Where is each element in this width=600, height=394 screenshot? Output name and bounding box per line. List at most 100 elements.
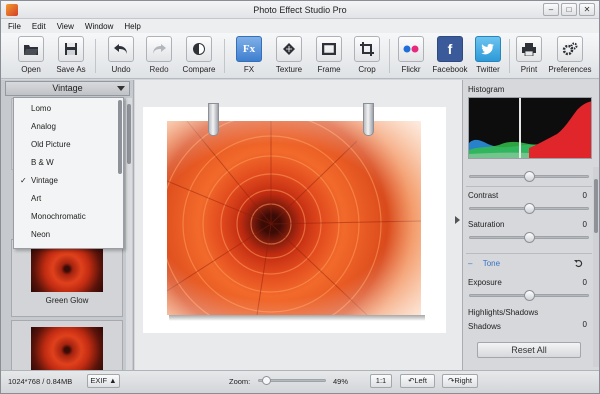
zoom-slider-knob[interactable] xyxy=(262,376,271,385)
texture-button[interactable]: Texture xyxy=(267,36,311,74)
menu-help[interactable]: Help xyxy=(124,22,140,31)
tone-section-label: Tone xyxy=(482,259,501,268)
zoom-value: 49% xyxy=(333,377,349,386)
compare-button[interactable]: Compare xyxy=(177,36,221,74)
exposure-label: Exposure xyxy=(468,278,502,287)
maximize-button[interactable]: □ xyxy=(561,3,577,16)
dropdown-option-neon[interactable]: Neon xyxy=(14,226,123,244)
dropdown-option-analog[interactable]: Analog xyxy=(14,118,123,136)
tone-section-toggle[interactable]: – Tone xyxy=(468,259,500,268)
crop-button[interactable]: Crop xyxy=(345,36,389,74)
dropdown-option-old-picture[interactable]: Old Picture xyxy=(14,136,123,154)
facebook-icon: f xyxy=(437,36,463,62)
effect-category-value: Vintage xyxy=(52,83,83,93)
top-slider-knob[interactable] xyxy=(524,171,535,182)
dropdown-option-art[interactable]: Art xyxy=(14,190,123,208)
printer-icon xyxy=(516,36,542,62)
exposure-slider[interactable] xyxy=(469,290,589,301)
frame-icon xyxy=(316,36,342,62)
fx-icon: Fx xyxy=(236,36,262,62)
contrast-label: Contrast xyxy=(468,191,499,200)
texture-label: Texture xyxy=(275,65,303,74)
image-info: 1024*768 / 0.84MB xyxy=(8,377,73,386)
divider xyxy=(466,186,592,187)
preset-thumbnail[interactable] xyxy=(11,320,123,370)
toolbar-separator xyxy=(95,39,96,73)
fx-icon-text: Fx xyxy=(242,43,256,55)
vignette-overlay xyxy=(167,121,421,315)
gears-icon xyxy=(557,36,583,62)
floppy-disk-icon xyxy=(58,36,84,62)
saturation-slider-knob[interactable] xyxy=(524,232,535,243)
photo-frame xyxy=(143,107,446,333)
scrollbar-thumb[interactable] xyxy=(127,104,131,164)
reset-tone-icon[interactable] xyxy=(574,259,583,270)
menu-window[interactable]: Window xyxy=(85,22,113,31)
preset-preview-image xyxy=(31,246,103,292)
dropdown-option-lomo[interactable]: Lomo xyxy=(14,100,123,118)
reset-all-button[interactable]: Reset All xyxy=(477,342,581,358)
compare-label: Compare xyxy=(182,65,216,74)
dropdown-option-vintage[interactable]: ✓ Vintage xyxy=(14,172,123,190)
toolbar: Open Save As Undo Redo Compare Fx FX Tex… xyxy=(1,33,599,79)
texture-icon xyxy=(276,36,302,62)
contrast-slider-knob[interactable] xyxy=(524,203,535,214)
divider xyxy=(466,253,592,254)
adjustments-scrollbar[interactable] xyxy=(593,167,599,367)
saturation-slider[interactable] xyxy=(469,232,589,243)
photo-shadow xyxy=(169,315,425,321)
save-as-button[interactable]: Save As xyxy=(49,36,93,74)
effect-category-select[interactable]: Vintage xyxy=(5,81,130,96)
rotate-right-button[interactable]: ↷Right xyxy=(442,374,478,388)
preset-thumbnail[interactable]: Green Glow xyxy=(11,239,123,317)
twitter-label: Twitter xyxy=(476,65,500,74)
preset-scrollbar[interactable] xyxy=(126,98,132,370)
menu-file[interactable]: File xyxy=(8,22,21,31)
redo-button[interactable]: Redo xyxy=(137,36,181,74)
close-button[interactable]: ✕ xyxy=(579,3,595,16)
minimize-button[interactable]: – xyxy=(543,3,559,16)
preset-name: Green Glow xyxy=(45,296,89,305)
top-slider[interactable] xyxy=(469,171,589,182)
image-canvas[interactable] xyxy=(135,80,462,370)
saturation-label: Saturation xyxy=(468,220,505,229)
menu-edit[interactable]: Edit xyxy=(32,22,46,31)
flickr-button[interactable]: Flickr xyxy=(389,36,433,74)
histogram-graph xyxy=(469,98,591,158)
scrollbar-thumb[interactable] xyxy=(594,179,598,233)
title-bar: Photo Effect Studio Pro – □ ✕ xyxy=(1,1,599,19)
fx-label: FX xyxy=(243,65,255,74)
actual-size-button[interactable]: 1:1 xyxy=(370,374,392,388)
fx-button[interactable]: Fx FX xyxy=(227,36,271,74)
zoom-slider[interactable] xyxy=(258,376,326,385)
shadows-value: 0 xyxy=(582,320,587,329)
contrast-slider[interactable] xyxy=(469,203,589,214)
exposure-slider-knob[interactable] xyxy=(524,290,535,301)
twitter-button[interactable]: Twitter xyxy=(466,36,510,74)
exif-button[interactable]: EXIF ▲ xyxy=(87,374,120,388)
paper-clip-right xyxy=(363,103,374,136)
effect-category-dropdown: Lomo Analog Old Picture B & W ✓ Vintage … xyxy=(13,97,124,249)
window-title: Photo Effect Studio Pro xyxy=(253,5,347,15)
flickr-label: Flickr xyxy=(401,65,421,74)
crop-icon xyxy=(354,36,380,62)
dropdown-option-bw[interactable]: B & W xyxy=(14,154,123,172)
dropdown-scrollbar[interactable] xyxy=(118,100,122,174)
dropdown-option-monochromatic[interactable]: Monochromatic xyxy=(14,208,123,226)
preferences-button[interactable]: Preferences xyxy=(545,36,595,74)
crop-label: Crop xyxy=(358,65,376,74)
menu-bar: File Edit View Window Help xyxy=(1,19,599,33)
rotate-left-button[interactable]: ↶Left xyxy=(400,374,435,388)
collapse-panel-arrow-icon[interactable] xyxy=(455,216,460,224)
save-as-label: Save As xyxy=(56,65,86,74)
open-button[interactable]: Open xyxy=(9,36,53,74)
status-bar: 1024*768 / 0.84MB EXIF ▲ Zoom: 49% 1:1 ↶… xyxy=(1,370,599,393)
toolbar-separator xyxy=(224,39,225,73)
window-controls: – □ ✕ xyxy=(543,3,595,16)
dropdown-arrow-icon xyxy=(117,86,125,91)
preset-preview-image xyxy=(31,327,103,370)
open-label: Open xyxy=(21,65,41,74)
adjustments-panel: Histogram Contrast 0 Saturation 0 – Tone… xyxy=(462,80,599,370)
contrast-value: 0 xyxy=(582,191,587,200)
menu-view[interactable]: View xyxy=(57,22,74,31)
